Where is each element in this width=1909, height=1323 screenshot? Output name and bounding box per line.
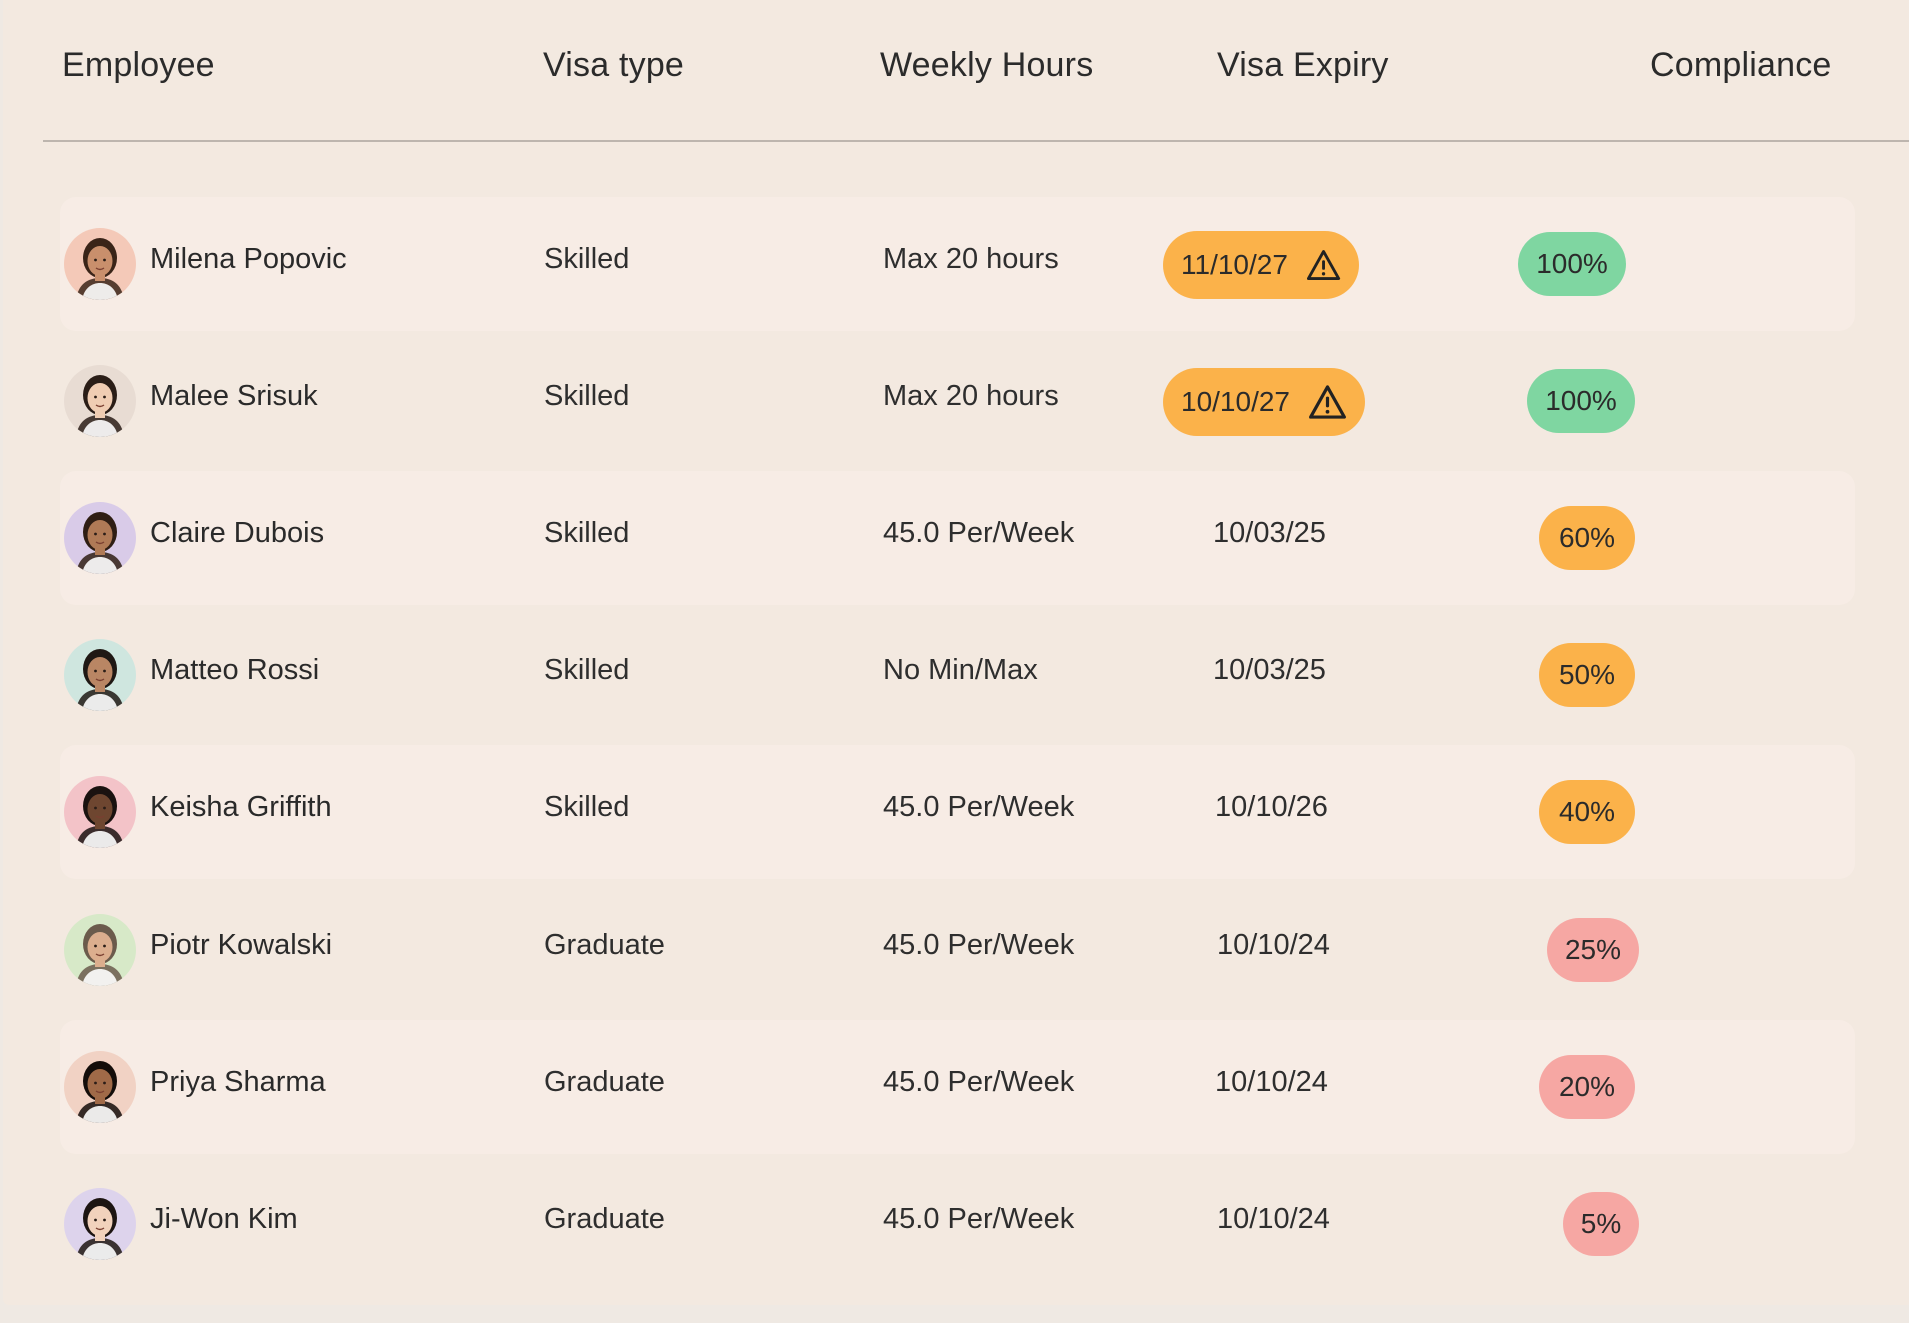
visa-type: Skilled [544, 243, 630, 275]
avatar [64, 502, 136, 575]
column-header-visa-expiry[interactable]: Visa Expiry [1217, 46, 1389, 85]
warning-icon [1306, 250, 1341, 280]
visa-type: Skilled [544, 654, 630, 687]
avatar [64, 1050, 136, 1123]
weekly-hours: No Min/Max [883, 654, 1038, 687]
visa-type: Skilled [544, 791, 630, 824]
table-row[interactable]: Ji-Won Kim Graduate 45.0 Per/Week 10/10/24 5… [60, 1157, 1855, 1291]
avatar [64, 228, 136, 300]
visa-type: Skilled [544, 517, 630, 550]
visa-type: Graduate [544, 1065, 665, 1098]
warning-icon [1309, 385, 1346, 419]
visa-expiry-date: 10/10/27 [1181, 386, 1290, 418]
column-header-weekly-hours[interactable]: Weekly Hours [880, 46, 1093, 85]
employee-name[interactable]: Priya Sharma [150, 1066, 326, 1099]
weekly-hours: 45.0 Per/Week [883, 1202, 1075, 1235]
visa-type: Graduate [544, 928, 665, 961]
weekly-hours: 45.0 Per/Week [883, 791, 1075, 824]
table-row[interactable]: Malee Srisuk Skilled Max 20 hours 10/10/27… [60, 334, 1855, 468]
weekly-hours: 45.0 Per/Week [883, 1065, 1075, 1098]
column-header-compliance[interactable]: Compliance [1650, 46, 1832, 85]
avatar [64, 913, 136, 986]
compliance-badge: 100% [1527, 369, 1635, 434]
visa-expiry-date: 11/10/27 [1181, 249, 1288, 280]
visa-expiry-date: 10/10/24 [1217, 1202, 1330, 1235]
table-row[interactable]: Piotr Kowalski Graduate 45.0 Per/Week 10/10… [60, 883, 1855, 1017]
visa-expiry-date: 10/03/25 [1213, 517, 1326, 550]
table-header: Employee Visa type Weekly Hours Visa Exp… [3, 0, 1909, 142]
employee-name[interactable]: Malee Srisuk [150, 380, 318, 413]
employee-name[interactable]: Keisha Griffith [150, 791, 332, 824]
employee-name[interactable]: Matteo Rossi [150, 654, 319, 687]
compliance-badge: 60% [1539, 506, 1635, 571]
compliance-badge: 100% [1518, 232, 1626, 296]
table-row[interactable]: Matteo Rossi Skilled No Min/Max 10/03/25 50% [60, 608, 1855, 742]
compliance-badge: 20% [1539, 1054, 1635, 1119]
visa-type: Graduate [544, 1202, 665, 1235]
table-row[interactable]: Keisha Griffith Skilled 45.0 Per/Week 10/10… [60, 745, 1855, 880]
table-row[interactable]: Priya Sharma Graduate 45.0 Per/Week 10/10/2… [60, 1019, 1855, 1154]
compliance-badge: 5% [1563, 1191, 1639, 1256]
avatar [64, 776, 136, 849]
employee-name[interactable]: Milena Popovic [150, 243, 347, 276]
visa-expiry-date: 10/10/24 [1217, 928, 1330, 961]
employee-compliance-table: Employee Visa type Weekly Hours Visa Exp… [3, 0, 1909, 1305]
visa-expiry-date: 10/10/24 [1215, 1065, 1328, 1098]
weekly-hours: Max 20 hours [883, 380, 1059, 413]
compliance-badge: 25% [1547, 917, 1639, 982]
visa-expiry-warning-badge[interactable]: 11/10/27 [1163, 231, 1359, 299]
avatar [64, 365, 136, 438]
employee-name[interactable]: Piotr Kowalski [150, 929, 332, 962]
weekly-hours: 45.0 Per/Week [883, 517, 1075, 550]
visa-expiry-date: 10/03/25 [1213, 654, 1326, 687]
employee-name[interactable]: Claire Dubois [150, 517, 324, 550]
compliance-badge: 50% [1539, 643, 1635, 708]
weekly-hours: Max 20 hours [883, 243, 1059, 275]
table-row[interactable]: Claire Dubois Skilled 45.0 Per/Week 10/03/2… [60, 471, 1855, 606]
header-divider [43, 140, 1909, 142]
avatar [64, 1187, 136, 1260]
visa-expiry-warning-badge[interactable]: 10/10/27 [1163, 368, 1365, 437]
compliance-badge: 40% [1539, 780, 1635, 845]
visa-type: Skilled [544, 380, 630, 413]
avatar [64, 639, 136, 712]
table-row[interactable]: Milena Popovic Skilled Max 20 hours 11/10/… [60, 197, 1855, 331]
weekly-hours: 45.0 Per/Week [883, 928, 1075, 961]
column-header-visa-type[interactable]: Visa type [543, 46, 684, 85]
employee-name[interactable]: Ji-Won Kim [150, 1203, 298, 1236]
column-header-employee[interactable]: Employee [62, 46, 215, 85]
visa-expiry-date: 10/10/26 [1215, 791, 1328, 824]
